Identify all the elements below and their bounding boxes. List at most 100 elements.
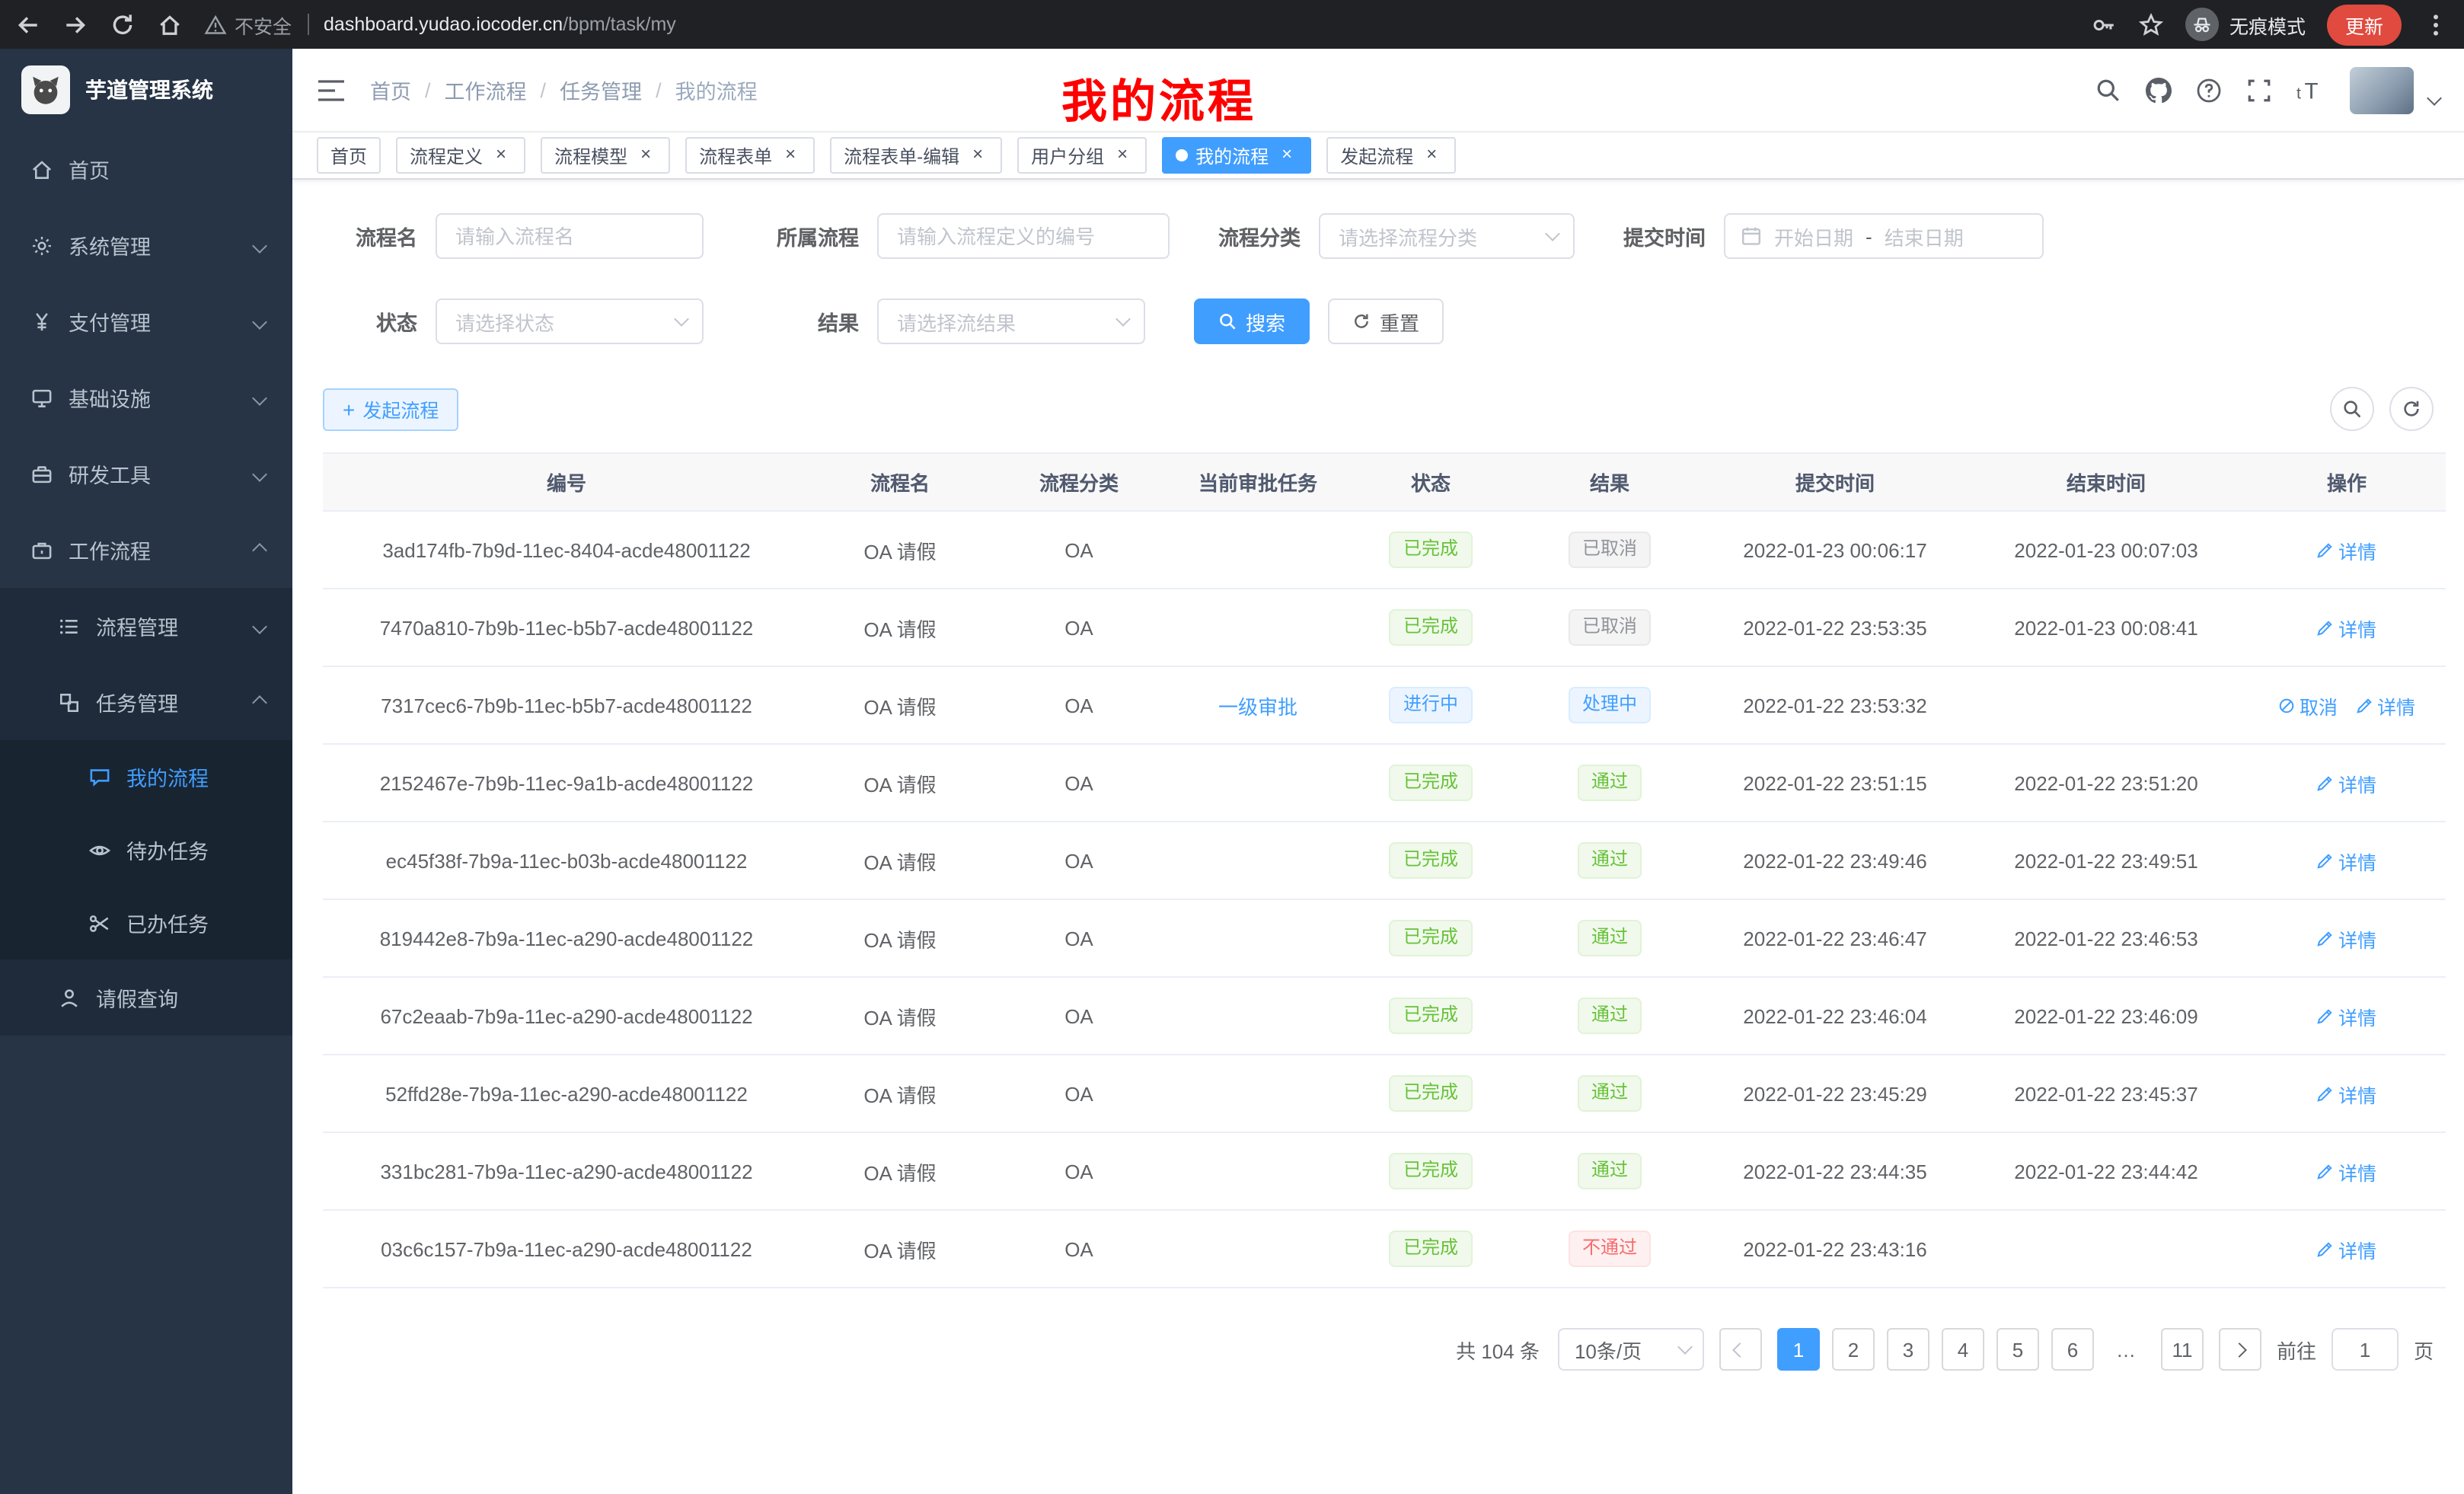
- page-button-1[interactable]: 1: [1777, 1328, 1820, 1371]
- menu-dots-icon[interactable]: [2423, 11, 2449, 37]
- address-bar[interactable]: 不安全 dashboard.yudao.iocoder.cn/bpm/task/…: [204, 10, 2091, 39]
- sidebar-item-payment[interactable]: 支付管理: [0, 283, 292, 359]
- page-button-5[interactable]: 5: [1996, 1328, 2039, 1371]
- page-button-3[interactable]: 3: [1887, 1328, 1929, 1371]
- tab-3[interactable]: 流程表单×: [685, 137, 815, 174]
- toggle-search-button[interactable]: [2330, 387, 2374, 431]
- page-button-6[interactable]: 6: [2051, 1328, 2094, 1371]
- tab-close-icon[interactable]: ×: [1421, 145, 1442, 166]
- tab-5[interactable]: 用户分组×: [1017, 137, 1147, 174]
- detail-action-link[interactable]: 详情: [2317, 1001, 2376, 1030]
- forward-icon[interactable]: [62, 11, 88, 37]
- tab-close-icon[interactable]: ×: [490, 145, 512, 166]
- process-table: 编号流程名流程分类当前审批任务状态结果提交时间结束时间操作 3ad174fb-7…: [323, 452, 2446, 1288]
- tab-2[interactable]: 流程模型×: [541, 137, 670, 174]
- cell-submit-time: 2022-01-22 23:49:46: [1706, 822, 1964, 899]
- reset-button[interactable]: 重置: [1328, 298, 1444, 344]
- status-badge: 已完成: [1390, 1231, 1472, 1267]
- search-icon[interactable]: [2095, 77, 2121, 103]
- detail-action-link[interactable]: 详情: [2317, 1157, 2376, 1186]
- tab-4[interactable]: 流程表单-编辑×: [830, 137, 1002, 174]
- cell-status: 已完成: [1348, 1055, 1514, 1132]
- tab-close-icon[interactable]: ×: [780, 145, 801, 166]
- url-text[interactable]: dashboard.yudao.iocoder.cn/bpm/task/my: [324, 14, 676, 35]
- sidebar-item-workflow[interactable]: 工作流程: [0, 512, 292, 588]
- detail-action-label: 详情: [2338, 768, 2376, 797]
- sidebar-item-system[interactable]: 系统管理: [0, 207, 292, 283]
- back-icon[interactable]: [15, 11, 41, 37]
- detail-action-label: 详情: [2338, 1079, 2376, 1108]
- goto-page-input[interactable]: [2332, 1328, 2399, 1371]
- sidebar-item-done-tasks[interactable]: 已办任务: [0, 886, 292, 959]
- tab-1[interactable]: 流程定义×: [396, 137, 525, 174]
- breadcrumb-home[interactable]: 首页: [370, 75, 411, 105]
- process-name-input[interactable]: [436, 213, 704, 259]
- tab-0[interactable]: 首页: [317, 137, 381, 174]
- detail-action-link[interactable]: 详情: [2317, 613, 2376, 642]
- result-select[interactable]: 请选择流结果: [877, 298, 1145, 344]
- sidebar-item-todo-tasks[interactable]: 待办任务: [0, 813, 292, 886]
- sidebar-item-my-process[interactable]: 我的流程: [0, 740, 292, 813]
- chevron-up-icon: [252, 694, 267, 710]
- tab-close-icon[interactable]: ×: [967, 145, 988, 166]
- detail-action-link[interactable]: 详情: [2317, 535, 2376, 564]
- cancel-action-link[interactable]: 取消: [2278, 691, 2338, 720]
- sidebar-item-devtools[interactable]: 研发工具: [0, 436, 292, 512]
- svg-text:T: T: [2305, 78, 2319, 103]
- detail-action-link[interactable]: 详情: [2317, 924, 2376, 953]
- search-button[interactable]: 搜索: [1194, 298, 1310, 344]
- breadcrumb-task-mgmt[interactable]: 任务管理: [560, 75, 642, 105]
- fullscreen-icon[interactable]: [2246, 77, 2272, 103]
- tab-6[interactable]: 我的流程×: [1162, 137, 1311, 174]
- cell-process-name: OA 请假: [810, 744, 990, 822]
- category-select[interactable]: 请选择流程分类: [1319, 213, 1575, 259]
- page-button-4[interactable]: 4: [1942, 1328, 1984, 1371]
- sidebar-item-process-mgmt[interactable]: 流程管理: [0, 588, 292, 664]
- sidebar-item-leave-query[interactable]: 请假查询: [0, 959, 292, 1036]
- detail-action-link[interactable]: 详情: [2317, 846, 2376, 875]
- result-badge: 处理中: [1569, 687, 1651, 723]
- cell-category: OA: [990, 511, 1168, 589]
- help-icon[interactable]: [2196, 77, 2222, 103]
- sidebar-item-infrastructure[interactable]: 基础设施: [0, 359, 292, 436]
- update-button[interactable]: 更新: [2327, 4, 2402, 45]
- sidebar-item-home[interactable]: 首页: [0, 131, 292, 207]
- page-button-2[interactable]: 2: [1832, 1328, 1875, 1371]
- github-icon[interactable]: [2146, 77, 2172, 103]
- process-def-input[interactable]: [877, 213, 1170, 259]
- submit-time-label: 提交时间: [1623, 221, 1706, 251]
- detail-action-label: 详情: [2377, 691, 2415, 720]
- pager-more-button[interactable]: …: [2106, 1328, 2149, 1371]
- caret-down-icon[interactable]: [2427, 90, 2442, 105]
- submit-time-range-picker[interactable]: 开始日期 - 结束日期: [1724, 213, 2044, 259]
- current-task-link[interactable]: 一级审批: [1218, 695, 1297, 718]
- reload-icon[interactable]: [110, 11, 136, 37]
- hamburger-icon[interactable]: [317, 78, 346, 101]
- start-date-placeholder: 开始日期: [1774, 222, 1853, 251]
- next-page-button[interactable]: [2219, 1328, 2261, 1371]
- sidebar-item-task-mgmt[interactable]: 任务管理: [0, 664, 292, 740]
- tab-7[interactable]: 发起流程×: [1326, 137, 1456, 174]
- home-icon[interactable]: [157, 11, 183, 37]
- detail-action-link[interactable]: 详情: [2317, 768, 2376, 797]
- key-icon[interactable]: [2091, 11, 2117, 37]
- page-size-select[interactable]: 10条/页: [1558, 1328, 1704, 1371]
- avatar[interactable]: [2350, 66, 2414, 113]
- result-badge: 通过: [1578, 920, 1642, 956]
- status-select[interactable]: 请选择状态: [436, 298, 704, 344]
- page-button-11[interactable]: 11: [2161, 1328, 2204, 1371]
- prev-page-button[interactable]: [1719, 1328, 1762, 1371]
- refresh-table-button[interactable]: [2389, 387, 2434, 431]
- browser-toolbar: 不安全 dashboard.yudao.iocoder.cn/bpm/task/…: [0, 0, 2464, 49]
- tab-close-icon[interactable]: ×: [1112, 145, 1133, 166]
- detail-action-link[interactable]: 详情: [2317, 1234, 2376, 1263]
- detail-action-link[interactable]: 详情: [2317, 1079, 2376, 1108]
- tab-close-icon[interactable]: ×: [635, 145, 656, 166]
- tab-close-icon[interactable]: ×: [1276, 145, 1297, 166]
- detail-action-link[interactable]: 详情: [2356, 691, 2415, 720]
- star-icon[interactable]: [2138, 11, 2164, 37]
- breadcrumb-workflow[interactable]: 工作流程: [445, 75, 527, 105]
- cell-process-name: OA 请假: [810, 511, 990, 589]
- font-size-icon[interactable]: tT: [2296, 77, 2325, 103]
- create-process-button[interactable]: + 发起流程: [323, 388, 458, 430]
